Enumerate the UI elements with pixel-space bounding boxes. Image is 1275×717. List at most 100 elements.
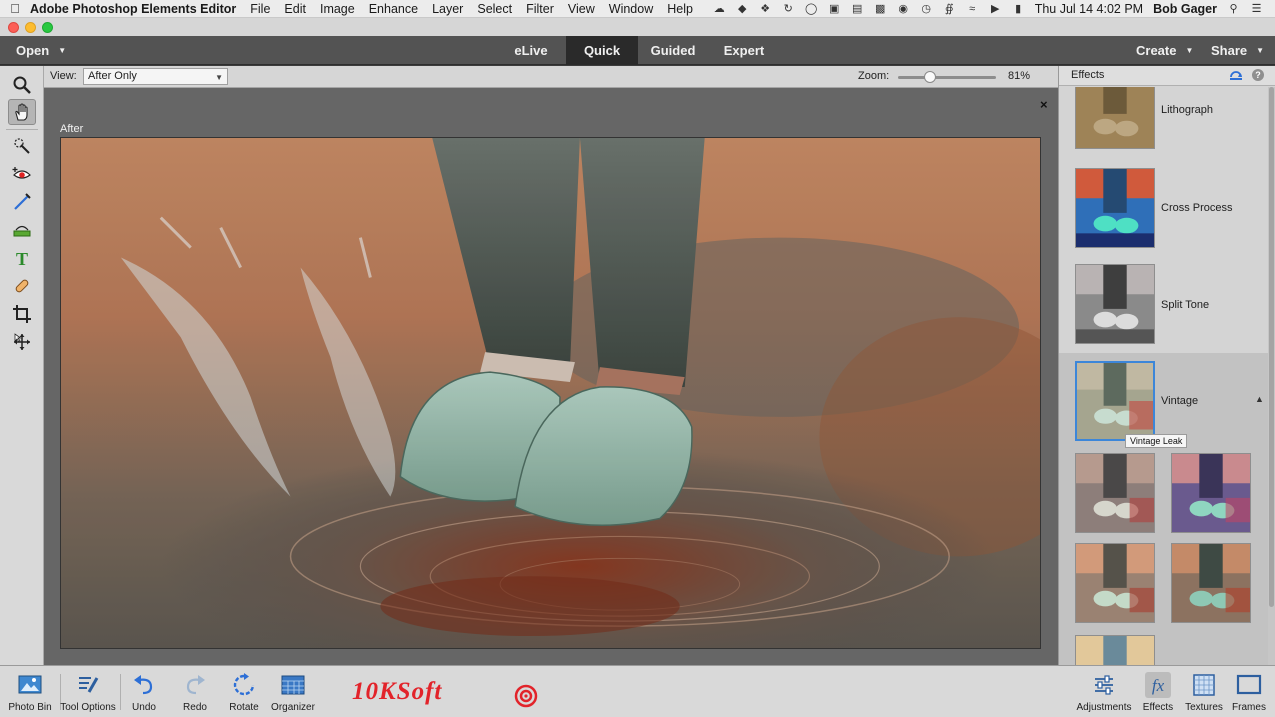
tab-guided[interactable]: Guided: [640, 36, 706, 65]
close-document-button[interactable]: ×: [1040, 97, 1048, 112]
spotlight-search-icon[interactable]: ⚲: [1227, 3, 1240, 15]
zoom-value: 81%: [1008, 70, 1031, 82]
quick-selection-tool[interactable]: [8, 133, 36, 159]
tab-expert[interactable]: Expert: [714, 36, 774, 65]
photo-canvas[interactable]: [60, 137, 1041, 649]
menu-edit[interactable]: Edit: [284, 2, 306, 16]
organizer-button[interactable]: Organizer: [263, 670, 323, 716]
menu-enhance[interactable]: Enhance: [369, 2, 418, 16]
photo-bin-label: Photo Bin: [8, 702, 52, 713]
frames-button[interactable]: Frames: [1219, 670, 1275, 716]
wifi-icon[interactable]: ≈: [966, 3, 979, 15]
effect-item-split-tone[interactable]: Split Tone: [1059, 259, 1269, 353]
evernote-icon[interactable]: ◆: [736, 3, 749, 15]
bottom-panel-bar: Photo Bin Tool Options Undo Redo Rotate …: [0, 665, 1275, 717]
zoom-slider[interactable]: [898, 71, 996, 83]
menu-file[interactable]: File: [250, 2, 270, 16]
open-menu-button[interactable]: Open ▼: [16, 43, 66, 58]
time-machine-icon[interactable]: ◷: [920, 3, 933, 15]
battery-icon[interactable]: ▮: [1012, 3, 1025, 15]
menu-filter[interactable]: Filter: [526, 2, 554, 16]
menu-view[interactable]: View: [568, 2, 595, 16]
effects-list: Lithograph Cross Process Split Tone Vint…: [1059, 87, 1269, 665]
whiten-teeth-tool[interactable]: [8, 189, 36, 215]
type-tool[interactable]: T: [8, 245, 36, 271]
canvas-area: × After: [44, 88, 1058, 665]
effects-scrollbar-thumb[interactable]: [1269, 87, 1274, 607]
vintage-variant-thumbnail[interactable]: [1075, 543, 1155, 623]
hand-tool[interactable]: [8, 99, 36, 125]
window-zoom-button[interactable]: [42, 21, 53, 33]
svg-text:T: T: [16, 249, 28, 268]
window-minimize-button[interactable]: [25, 21, 36, 33]
menu-bar-clock[interactable]: Thu Jul 14 4:02 PM: [1035, 2, 1143, 16]
red-eye-tool[interactable]: [8, 161, 36, 187]
organizer-icon: [281, 675, 305, 695]
tab-quick[interactable]: Quick: [566, 36, 638, 65]
brush-icon: [14, 193, 31, 210]
app-name-menu[interactable]: Adobe Photoshop Elements Editor: [30, 2, 236, 16]
menu-select[interactable]: Select: [477, 2, 512, 16]
vintage-variant-thumbnail[interactable]: [1171, 453, 1251, 533]
straighten-tool[interactable]: [8, 217, 36, 243]
window-close-button[interactable]: [8, 21, 19, 33]
move-tool[interactable]: [8, 329, 36, 355]
effect-item-lithograph[interactable]: Lithograph: [1059, 87, 1269, 162]
dropbox-icon[interactable]: ❖: [759, 3, 772, 15]
hand-icon: [15, 103, 28, 121]
tool-options-button[interactable]: Tool Options: [58, 670, 118, 716]
share-menu-button[interactable]: Share ▼: [1211, 43, 1264, 58]
display-icon[interactable]: ▣: [828, 3, 841, 15]
target-icon: [514, 684, 538, 708]
toolbox: T: [0, 66, 44, 665]
help-icon[interactable]: ?: [1252, 69, 1264, 81]
effect-label: Split Tone: [1161, 299, 1210, 311]
apple-logo-icon[interactable]: : [0, 1, 30, 16]
effect-thumbnail: [1075, 168, 1155, 248]
tab-elive[interactable]: eLive: [500, 36, 562, 65]
notification-center-icon[interactable]: ☰: [1250, 3, 1263, 15]
menu-bar-user[interactable]: Bob Gager: [1153, 2, 1217, 16]
crop-tool[interactable]: [8, 301, 36, 327]
photo-bin-icon: [18, 675, 42, 694]
zoom-slider-thumb[interactable]: [924, 71, 937, 83]
photo-bin-button[interactable]: Photo Bin: [0, 670, 60, 716]
chevron-down-icon: ▼: [58, 46, 67, 55]
menu-layer[interactable]: Layer: [432, 2, 463, 16]
vintage-variant-thumbnail[interactable]: [1075, 453, 1155, 533]
effects-scrollbar[interactable]: [1268, 87, 1275, 665]
view-select[interactable]: After Only ▼: [83, 68, 228, 85]
collapse-caret-icon[interactable]: ▲: [1255, 394, 1264, 404]
record-icon[interactable]: ◉: [897, 3, 910, 15]
tool-options-label: Tool Options: [60, 702, 116, 713]
bandage-icon: [15, 279, 29, 293]
sync-icon[interactable]: ↻: [782, 3, 795, 15]
vintage-variant-thumbnail[interactable]: [1171, 543, 1251, 623]
redo-icon: [186, 675, 205, 695]
mode-bar: Open ▼ eLive Quick Guided Expert Create ▼ …: [0, 36, 1275, 65]
effect-item-cross-process[interactable]: Cross Process: [1059, 162, 1269, 259]
type-icon: T: [16, 249, 28, 268]
clock-icon[interactable]: ◯: [805, 3, 818, 15]
menu-image[interactable]: Image: [320, 2, 355, 16]
clipboard-icon[interactable]: ▤: [851, 3, 864, 15]
spot-healing-tool[interactable]: [8, 273, 36, 299]
bluetooth-icon[interactable]: ∯: [943, 3, 956, 15]
menu-window[interactable]: Window: [609, 2, 653, 16]
textures-icon: [1193, 674, 1215, 696]
menu-help[interactable]: Help: [667, 2, 693, 16]
zoom-tool[interactable]: [8, 72, 36, 98]
watermark-logo: 10KSoft: [352, 678, 443, 705]
creative-cloud-icon[interactable]: ☁: [713, 3, 726, 15]
create-menu-button[interactable]: Create ▼: [1136, 43, 1193, 58]
adjustments-button[interactable]: Adjustments: [1074, 670, 1134, 716]
reset-effects-icon[interactable]: [1229, 68, 1243, 82]
effect-item-vintage[interactable]: Vintage ▲ Vintage Leak: [1059, 353, 1269, 665]
screen-share-icon[interactable]: ▩: [874, 3, 887, 15]
effect-thumbnail-selected[interactable]: [1075, 361, 1155, 441]
volume-icon[interactable]: ▶: [989, 3, 1002, 15]
undo-icon: [134, 675, 153, 695]
vintage-variant-thumbnail[interactable]: [1075, 635, 1155, 665]
share-menu-label: Share: [1211, 43, 1248, 58]
create-menu-label: Create: [1136, 43, 1177, 58]
